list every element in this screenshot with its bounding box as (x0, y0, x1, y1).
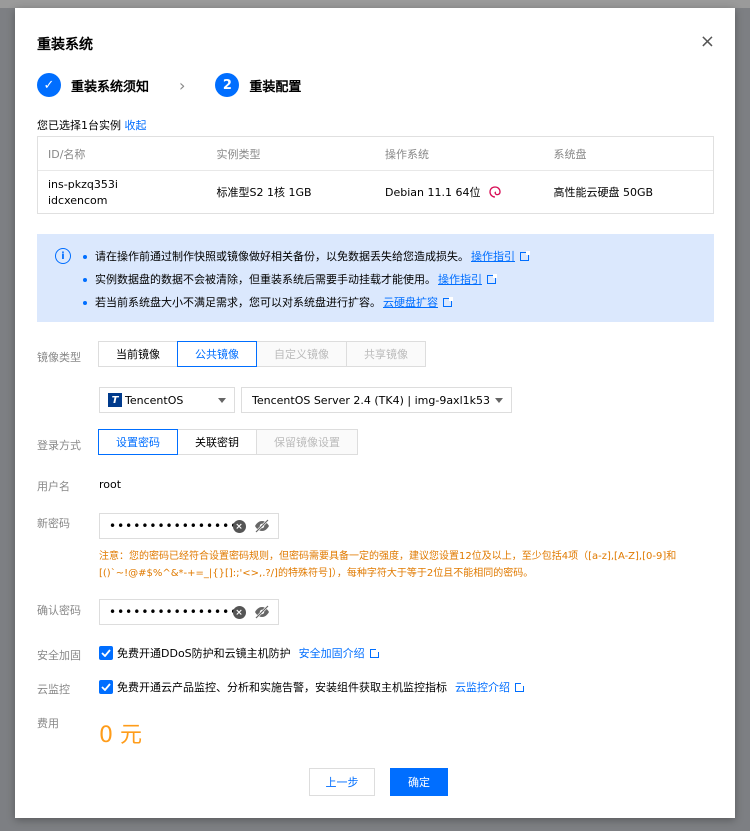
column-header-os: 操作系统 (385, 147, 429, 161)
guide-link[interactable]: 操作指引 (438, 268, 482, 291)
previous-step-button[interactable]: 上一步 (309, 768, 375, 796)
tab-shared-image[interactable]: 共享镜像 (346, 341, 426, 367)
collapse-link[interactable]: 收起 (125, 119, 147, 132)
instance-id: ins-pkzq353i (48, 177, 118, 191)
instance-os-cell: Debian 11.1 64位 (375, 184, 544, 200)
bullet-icon (83, 277, 87, 282)
security-label: 安全加固 (37, 649, 81, 662)
column-header-type: 实例类型 (216, 147, 261, 161)
image-version-select[interactable]: TencentOS Server 2.4 (TK4) | img-9axl1k5… (241, 387, 512, 413)
confirm-button[interactable]: 确定 (390, 768, 448, 796)
clear-icon[interactable]: × (233, 520, 246, 533)
dialog-title: 重装系统 (37, 37, 93, 53)
chevron-right-icon: › (179, 75, 186, 95)
selection-text: 您已选择1台实例 (37, 119, 121, 132)
step-2-number: 2 (215, 73, 240, 97)
instance-type-cell: 标准型S2 1核 1GB (216, 186, 312, 199)
image-type-tabs: 当前镜像 公共镜像 自定义镜像 共享镜像 (98, 341, 426, 367)
confirm-password-input[interactable]: •••••••••••••••• × (99, 599, 279, 625)
new-password-input[interactable]: •••••••••••••••• × (99, 513, 279, 539)
clear-icon[interactable]: × (233, 606, 246, 619)
username-label: 用户名 (37, 480, 70, 493)
external-link-icon (515, 681, 525, 692)
check-icon: ✓ (37, 73, 61, 97)
tab-public-image[interactable]: 公共镜像 (177, 341, 257, 367)
bullet-icon (83, 254, 87, 259)
os-name: Debian 11.1 64位 (385, 186, 481, 199)
os-select-value: TencentOS (125, 393, 184, 407)
instance-name: idcxencom (48, 193, 108, 207)
external-link-icon (520, 251, 530, 261)
instance-table: ID/名称 实例类型 操作系统 系统盘 ins-pkzq353i idcxenc… (37, 136, 714, 214)
image-type-label: 镜像类型 (37, 351, 81, 364)
new-password-value: •••••••••••••••• (109, 519, 239, 533)
column-header-disk: 系统盘 (553, 147, 587, 161)
external-link-icon (369, 647, 380, 658)
notice-alert: i 请在操作前通过制作快照或镜像做好相关备份，以免数据丢失给您造成损失。 操作指… (37, 234, 714, 322)
bullet-icon (83, 300, 87, 305)
background-page-strip (0, 0, 750, 8)
caret-down-icon (495, 398, 503, 403)
security-text: 免费开通DDoS防护和云镜主机防护 (117, 647, 291, 660)
security-intro-link[interactable]: 安全加固介绍 (299, 645, 365, 661)
confirm-password-value: •••••••••••••••• (109, 605, 239, 619)
eye-off-icon[interactable] (254, 605, 270, 619)
caret-down-icon (218, 398, 226, 403)
list-item: 若当前系统盘大小不满足需求，您可以对系统盘进行扩容。 云硬盘扩容 (83, 291, 529, 314)
selection-summary: 您已选择1台实例 收起 (37, 117, 147, 133)
monitor-option: 免费开通云产品监控、分析和实施告警，安装组件获取主机监控指标 云监控介绍 (99, 679, 525, 695)
close-icon[interactable]: × (700, 33, 715, 51)
stepper: ✓ 重装系统须知 › 2 重装配置 (37, 72, 301, 98)
notice-text: 请在操作前通过制作快照或镜像做好相关备份，以免数据丢失给您造成损失。 (95, 250, 469, 263)
monitor-checkbox[interactable] (99, 680, 113, 694)
list-item: 请在操作前通过制作快照或镜像做好相关备份，以免数据丢失给您造成损失。 操作指引 (83, 245, 530, 268)
username-value: root (99, 478, 122, 491)
tab-set-password[interactable]: 设置密码 (98, 429, 178, 455)
external-link-icon (443, 297, 453, 307)
new-password-label: 新密码 (37, 517, 70, 530)
notice-text: 若当前系统盘大小不满足需求，您可以对系统盘进行扩容。 (95, 296, 381, 309)
password-strength-warning: 注意：您的密码已经符合设置密码规则，但密码需要具备一定的强度，建议您设置12位及… (99, 551, 677, 579)
eye-off-icon[interactable] (254, 519, 270, 533)
notice-text: 实例数据盘的数据不会被清除，但重装系统后需要手动挂载才能使用。 (95, 273, 436, 286)
guide-link[interactable]: 操作指引 (471, 245, 515, 268)
monitor-intro-link[interactable]: 云监控介绍 (455, 679, 510, 695)
instance-disk-cell: 高性能云硬盘 50GB (553, 186, 654, 199)
os-select[interactable]: T TencentOS (99, 387, 235, 413)
table-row: ins-pkzq353i idcxencom 标准型S2 1核 1GB Debi… (38, 171, 713, 213)
list-item: 实例数据盘的数据不会被清除，但重装系统后需要手动挂载才能使用。 操作指引 (83, 268, 529, 291)
confirm-password-label: 确认密码 (37, 604, 81, 617)
step-1-label: 重装系统须知 (71, 79, 150, 95)
tab-custom-image[interactable]: 自定义镜像 (256, 341, 347, 367)
tencentos-icon: T (108, 393, 122, 407)
reinstall-system-dialog: 重装系统 × ✓ 重装系统须知 › 2 重装配置 您已选择1台实例 收起 ID/… (15, 8, 735, 818)
login-method-label: 登录方式 (37, 439, 81, 452)
info-icon: i (55, 248, 71, 264)
disk-expand-link[interactable]: 云硬盘扩容 (383, 291, 438, 314)
monitor-label: 云监控 (37, 683, 70, 696)
debian-icon (488, 185, 502, 199)
security-option: 免费开通DDoS防护和云镜主机防护 安全加固介绍 (99, 645, 380, 661)
table-header: ID/名称 实例类型 操作系统 系统盘 (38, 137, 713, 171)
fee-value: 0 元 (99, 723, 142, 748)
column-header-id: ID/名称 (48, 147, 86, 161)
tab-associate-key[interactable]: 关联密钥 (177, 429, 257, 455)
external-link-icon (487, 274, 497, 284)
tab-current-image[interactable]: 当前镜像 (98, 341, 178, 367)
login-method-tabs: 设置密码 关联密钥 保留镜像设置 (98, 429, 358, 455)
notice-list: 请在操作前通过制作快照或镜像做好相关备份，以免数据丢失给您造成损失。 操作指引 … (83, 245, 530, 314)
instance-id-cell: ins-pkzq353i idcxencom (38, 178, 207, 207)
fee-label: 费用 (37, 717, 59, 730)
security-checkbox[interactable] (99, 646, 113, 660)
step-2-label: 重装配置 (249, 79, 302, 95)
monitor-text: 免费开通云产品监控、分析和实施告警，安装组件获取主机监控指标 (117, 681, 447, 694)
image-version-value: TencentOS Server 2.4 (TK4) | img-9axl1k5… (252, 393, 494, 407)
tab-keep-image-settings[interactable]: 保留镜像设置 (256, 429, 358, 455)
